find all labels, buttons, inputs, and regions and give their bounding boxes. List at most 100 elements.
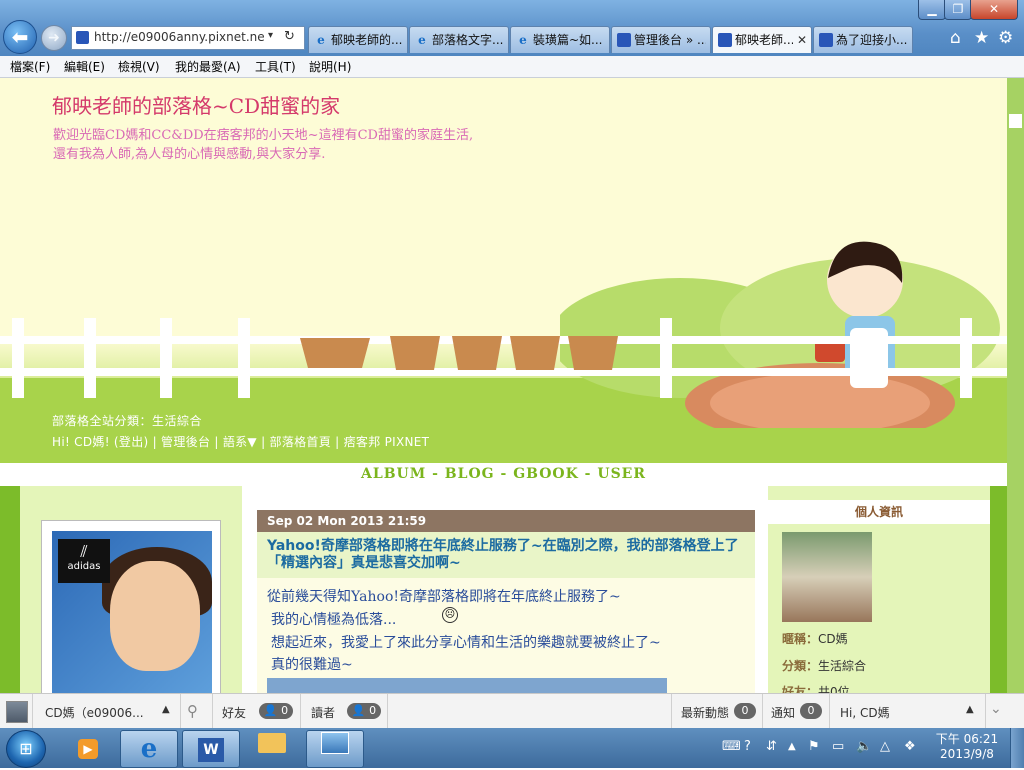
sad-emoticon-icon: ☹	[442, 607, 458, 623]
address-bar[interactable]: http://e09006anny.pixnet.net/ ▾ ↻	[71, 26, 305, 50]
adidas-wordmark: adidas	[67, 561, 101, 572]
tools-gear-icon[interactable]: ⚙	[998, 28, 1013, 48]
person-icon: 👤	[351, 704, 366, 717]
main-column: Sep 02 Mon 2013 21:59 Yahoo!奇摩部落格即將在年底終止…	[242, 486, 768, 693]
volume-icon[interactable]: 🔈	[856, 739, 872, 754]
blog-nav-links[interactable]: ALBUM - BLOG - GBOOK - USER	[0, 466, 1007, 482]
profile-friends: 共0位	[818, 685, 850, 693]
caret-up-icon[interactable]: ▲	[162, 704, 170, 715]
menu-favorites[interactable]: 我的最愛(A)	[175, 58, 241, 75]
user-links-bar[interactable]: Hi! CD媽! (登出) | 管理後台 | 語系▼ | 部落格首頁 | 痞客邦…	[52, 433, 429, 450]
favorites-icon[interactable]: ★	[974, 28, 989, 48]
minimize-button[interactable]: ▁	[918, 0, 946, 20]
profile-category[interactable]: 生活綜合	[818, 659, 866, 673]
web-page: 郁映老師的部落格~CD甜蜜的家 歡迎光臨CD媽和CC&DD在痞客邦的小天地~這裡…	[0, 78, 1007, 693]
site-favicon-icon	[76, 31, 89, 44]
blog-header: 郁映老師的部落格~CD甜蜜的家 歡迎光臨CD媽和CC&DD在痞客邦的小天地~這裡…	[0, 78, 1007, 463]
help-icon[interactable]: ?	[744, 739, 751, 754]
post-date-bar: Sep 02 Mon 2013 21:59	[257, 510, 755, 532]
friends-label[interactable]: 好友	[222, 704, 246, 721]
tab-label: 郁映老師的...	[331, 33, 403, 47]
post-title[interactable]: Yahoo!奇摩部落格即將在年底終止服務了~在臨別之際，我的部落格登上了「精選內…	[267, 538, 755, 572]
profile-family-photo[interactable]	[782, 532, 872, 622]
file-explorer-icon[interactable]	[244, 730, 300, 766]
forward-button[interactable]: ➜	[41, 25, 67, 51]
word-icon[interactable]: W	[182, 730, 240, 768]
menu-edit[interactable]: 編輯(E)	[64, 58, 105, 75]
scrollbar-thumb[interactable]	[1009, 114, 1022, 128]
tab-label: 部落格文字...	[432, 33, 504, 47]
notify-count-badge: 0	[800, 703, 822, 719]
profile-nickname-row: 暱稱：CD媽	[782, 630, 848, 647]
pixbar-user-name[interactable]: CD媽（e09006...	[45, 704, 144, 721]
tab-3[interactable]: e 裝璜篇~如...	[510, 26, 610, 53]
readers-label[interactable]: 讀者	[311, 704, 335, 721]
search-icon[interactable]: ⚲	[187, 702, 198, 720]
pixnet-icon	[819, 33, 833, 47]
post-screenshot-image[interactable]	[267, 678, 667, 693]
greeting-label[interactable]: Hi, CD媽	[840, 704, 890, 721]
post-line-1: 從前幾天得知Yahoo!奇摩部落格即將在年底終止服務了~	[267, 589, 621, 605]
back-button[interactable]: ⬅	[3, 20, 37, 54]
blog-title[interactable]: 郁映老師的部落格~CD甜蜜的家	[52, 90, 340, 119]
divider	[180, 694, 181, 729]
divider	[300, 694, 301, 729]
address-url[interactable]: http://e09006anny.pixnet.net/	[94, 30, 264, 44]
tab-5-active[interactable]: 郁映老師... ✕	[712, 26, 812, 53]
collapse-chevron-icon[interactable]: ⌄	[990, 701, 1002, 717]
activity-count-badge: 0	[734, 703, 756, 719]
divider	[985, 694, 986, 729]
media-player-icon[interactable]: ▶	[60, 730, 116, 766]
refresh-icon[interactable]: ↻	[284, 29, 295, 44]
menu-help[interactable]: 說明(H)	[309, 58, 351, 75]
address-dropdown-icon[interactable]: ▾	[268, 30, 273, 41]
user-avatar[interactable]	[6, 701, 28, 723]
post-body: 從前幾天得知Yahoo!奇摩部落格即將在年底終止服務了~ 我的心情極為低落...…	[257, 578, 755, 693]
ime-icon[interactable]: ⇵	[766, 739, 777, 754]
blog-description-line-2: 還有我為人師,為人母的心情與感動,與大家分享.	[53, 147, 326, 162]
tab-close-icon[interactable]: ✕	[797, 27, 807, 53]
tab-1[interactable]: e 郁映老師的...	[308, 26, 408, 53]
activity-label[interactable]: 最新動態	[681, 704, 729, 721]
divider	[32, 694, 33, 729]
divider	[762, 694, 763, 729]
start-button[interactable]: ⊞	[6, 730, 46, 768]
adidas-stripes-icon: ⫽	[80, 542, 88, 561]
post-line-2: 我的心情極為低落...	[271, 612, 397, 628]
ie-icon: e	[519, 33, 527, 47]
home-icon[interactable]: ⌂	[950, 28, 961, 48]
keyboard-icon[interactable]: ⌨	[722, 739, 741, 754]
readers-count: 0	[369, 704, 377, 717]
clock-date: 2013/9/8	[940, 747, 994, 761]
menu-view[interactable]: 檢視(V)	[118, 58, 160, 75]
windows-taskbar: ⊞ ▶ e W ⌨ ? ⇵ ▲ ⚑ ▭ 🔈 △ ❖ 下午 06:21 2013/…	[0, 728, 1024, 768]
tray-expand-icon[interactable]: ▲	[788, 741, 796, 752]
friends-count: 0	[281, 704, 289, 717]
profile-friends-row: 好友：共0位	[782, 683, 850, 693]
notify-label[interactable]: 通知	[771, 704, 795, 721]
network-icon[interactable]: ▭	[832, 739, 844, 754]
tab-4[interactable]: 管理後台 » ...	[611, 26, 711, 53]
photo-viewer-icon[interactable]	[306, 730, 364, 768]
page-scrollbar[interactable]	[1007, 78, 1024, 693]
internet-explorer-icon[interactable]: e	[120, 730, 178, 768]
close-window-button[interactable]: ✕	[970, 0, 1018, 20]
system-clock[interactable]: 下午 06:21 2013/9/8	[932, 732, 1002, 762]
action-center-flag-icon[interactable]: ⚑	[808, 739, 820, 754]
header-fence-illustration	[0, 318, 1007, 398]
tab-6[interactable]: 為了迎接小...	[813, 26, 913, 53]
image-face	[110, 561, 200, 671]
site-category[interactable]: 部落格全站分類：生活綜合	[52, 412, 202, 429]
sidebar-ad-image[interactable]: ⫽ adidas	[52, 531, 212, 693]
show-desktop-button[interactable]	[1010, 728, 1024, 768]
tab-2[interactable]: e 部落格文字...	[409, 26, 509, 53]
dropbox-icon[interactable]: ❖	[904, 739, 916, 754]
post-date: Sep 02 Mon 2013 21:59	[267, 514, 427, 528]
google-drive-icon[interactable]: △	[880, 739, 890, 754]
maximize-button[interactable]: ❐	[944, 0, 972, 20]
caret-up-icon[interactable]: ▲	[966, 704, 974, 715]
menu-file[interactable]: 檔案(F)	[10, 58, 50, 75]
readers-count-badge: 👤 0	[347, 703, 381, 719]
tab-label: 為了迎接小...	[836, 33, 908, 47]
menu-tools[interactable]: 工具(T)	[255, 58, 296, 75]
